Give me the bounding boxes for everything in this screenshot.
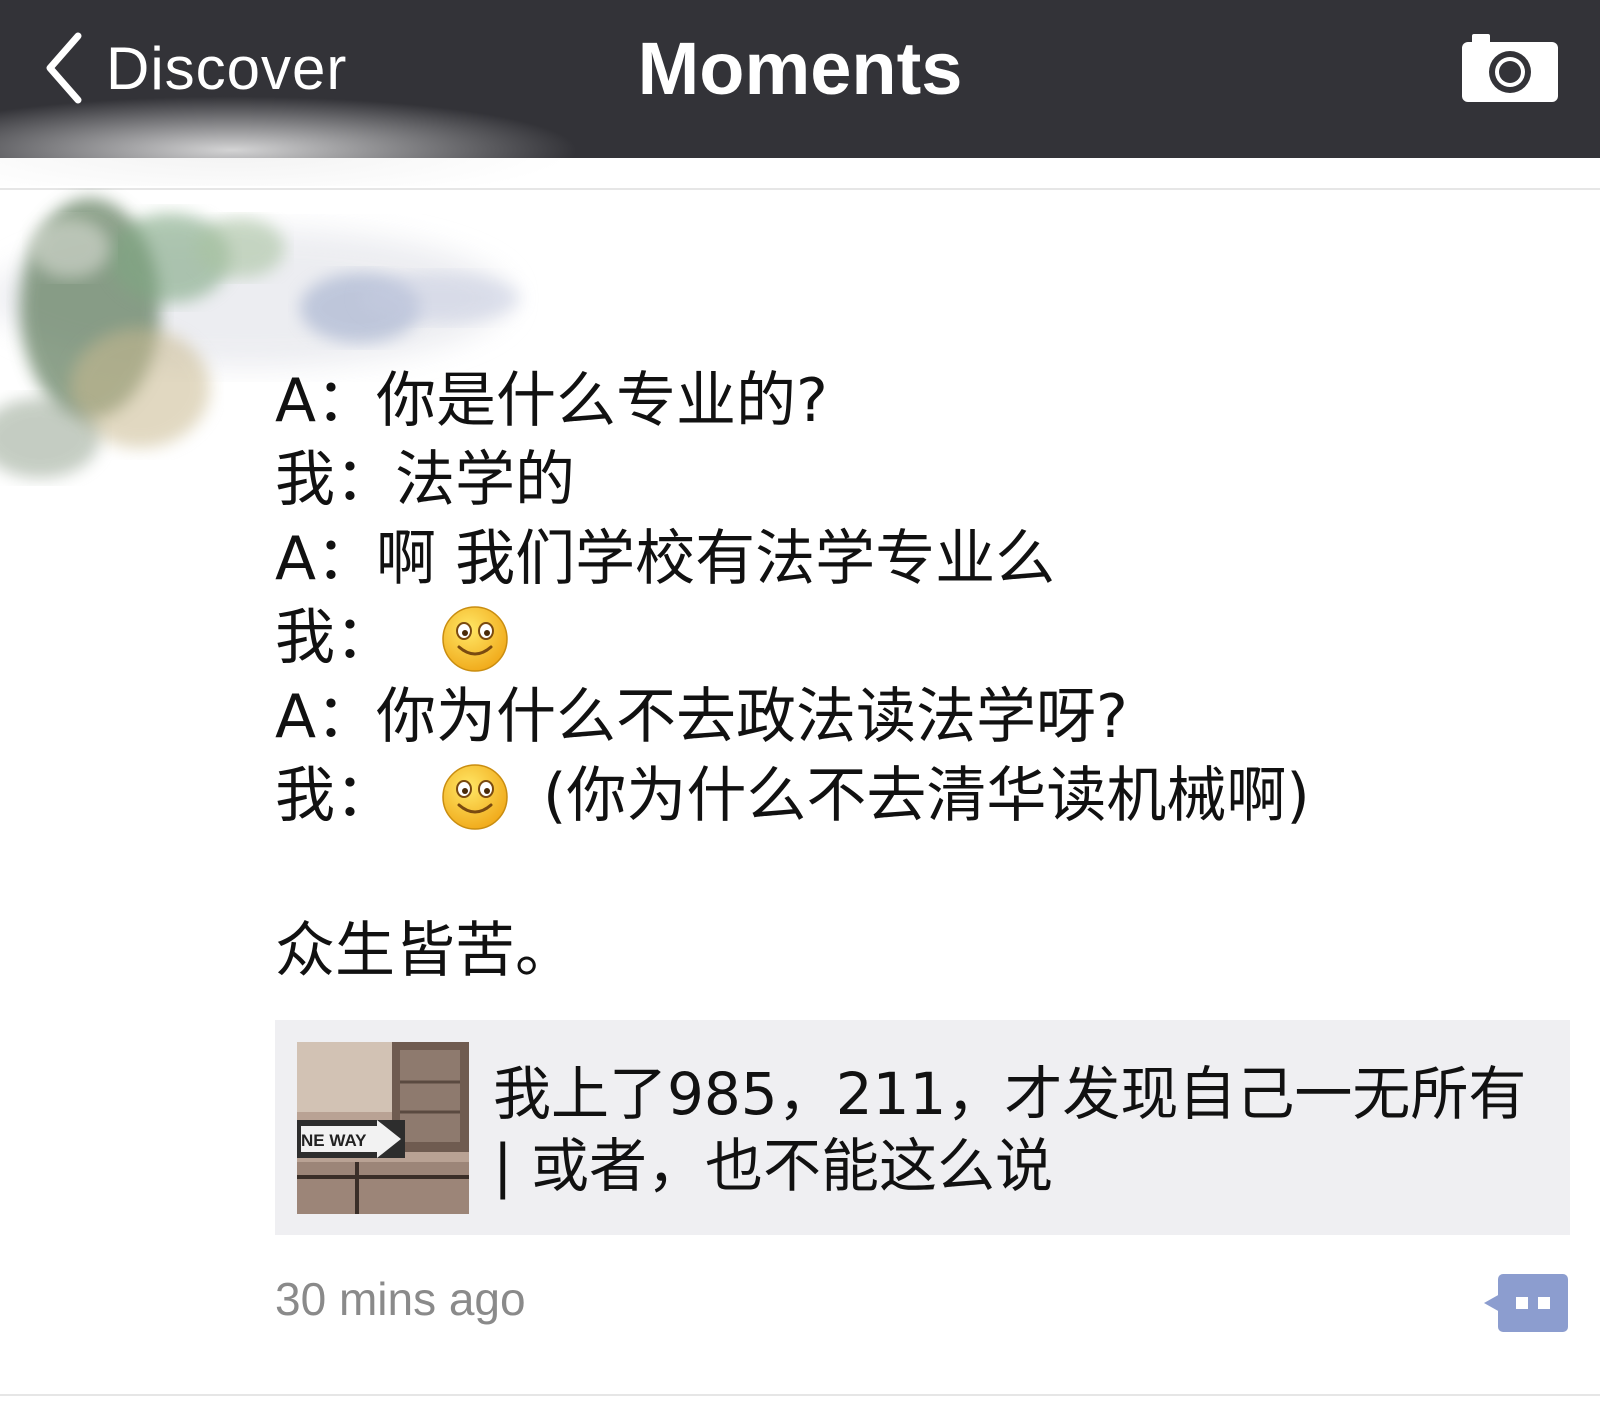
line-text: (你为什么不去清华读机械啊) [543, 761, 1310, 831]
post-line: A： 你为什么不去政法读法学呀? [275, 678, 1535, 757]
comment-button[interactable] [1484, 1272, 1570, 1334]
line-text: 法学的 [395, 445, 575, 515]
comment-icon [1484, 1274, 1568, 1332]
line-text: 你为什么不去政法读法学呀? [376, 682, 1128, 752]
post-coda: 众生皆苦。 [275, 916, 575, 986]
thumbnail-sign-text: NE WAY [301, 1131, 367, 1150]
smile-emoji-icon [441, 605, 509, 673]
line-text: 啊 我们学校有法学专业么 [376, 524, 1056, 594]
speaker: 我： [275, 445, 395, 515]
brush-smudge [0, 96, 580, 186]
post-content: A： 你是什么专业的? 我： 法学的 A： 啊 我们学校有法学专业么 我： A：… [275, 362, 1535, 991]
speaker: A： [275, 682, 377, 752]
speaker: A： [275, 524, 377, 594]
speaker: 我： [275, 603, 395, 673]
speaker: 我： [275, 761, 395, 831]
post-line: 我： [275, 599, 1535, 678]
post-line: 我： 法学的 [275, 441, 1535, 520]
speaker: A： [275, 366, 377, 436]
link-title: 我上了985，211，才发现自己一无所有 | 或者，也不能这么说 [493, 1060, 1527, 1200]
camera-icon [1462, 34, 1558, 102]
post-timestamp: 30 mins ago [275, 1273, 526, 1325]
navigation-bar: Discover Moments [0, 0, 1600, 186]
camera-button[interactable] [1460, 30, 1560, 104]
post-line: A： 你是什么专业的? [275, 362, 1535, 441]
link-thumbnail: NE WAY [297, 1042, 469, 1214]
divider [0, 1394, 1600, 1396]
shared-link-card[interactable]: NE WAY 我上了985，211，才发现自己一无所有 | 或者，也不能这么说 [275, 1020, 1570, 1235]
post-line: A： 啊 我们学校有法学专业么 [275, 520, 1535, 599]
line-text: 你是什么专业的? [376, 366, 828, 436]
post-line: 我： (你为什么不去清华读机械啊) [275, 757, 1535, 836]
smile-emoji-icon [441, 763, 509, 831]
